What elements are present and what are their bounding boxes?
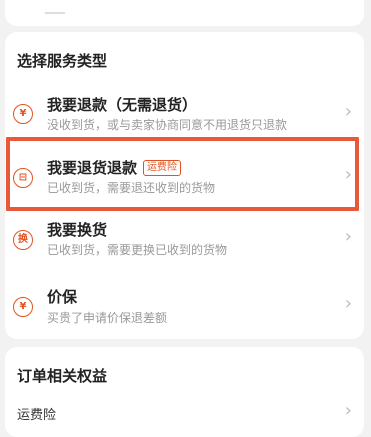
option-subtitle: 买贵了申请价保退差额 bbox=[47, 311, 168, 325]
exchange-icon: 换 bbox=[13, 230, 33, 250]
service-type-card: 选择服务类型 ¥ 我要退款（无需退货） 没收到货，或与卖家协商同意不用退货只退款… bbox=[5, 32, 364, 339]
service-section-title: 选择服务类型 bbox=[17, 52, 108, 70]
chevron-right-icon: › bbox=[344, 226, 352, 247]
option-price-protection[interactable]: ¥ 价保 买贵了申请价保退差额 › bbox=[5, 278, 364, 344]
chevron-right-icon: › bbox=[344, 293, 352, 314]
chevron-right-icon: › bbox=[344, 400, 352, 421]
price-protect-icon: ¥ bbox=[13, 297, 33, 317]
divider bbox=[45, 12, 65, 14]
order-rights-card: 订单相关权益 运费险 › bbox=[5, 347, 364, 437]
option-subtitle: 已收到货，需要更换已收到的货物 bbox=[47, 243, 228, 257]
selection-highlight bbox=[6, 137, 359, 211]
option-exchange[interactable]: 换 我要换货 已收到货，需要更换已收到的货物 › bbox=[5, 212, 364, 278]
option-title: 价保 bbox=[47, 288, 78, 306]
option-subtitle: 没收到货，或与卖家协商同意不用退货只退款 bbox=[47, 118, 288, 132]
yen-icon: ¥ bbox=[13, 104, 33, 124]
rights-item[interactable]: 运费险 bbox=[17, 404, 56, 423]
rights-section-title: 订单相关权益 bbox=[17, 367, 108, 385]
chevron-right-icon: › bbox=[344, 101, 352, 122]
option-title: 我要退款（无需退货） bbox=[47, 96, 198, 114]
previous-card bbox=[5, 0, 364, 26]
option-title: 我要换货 bbox=[47, 221, 108, 239]
